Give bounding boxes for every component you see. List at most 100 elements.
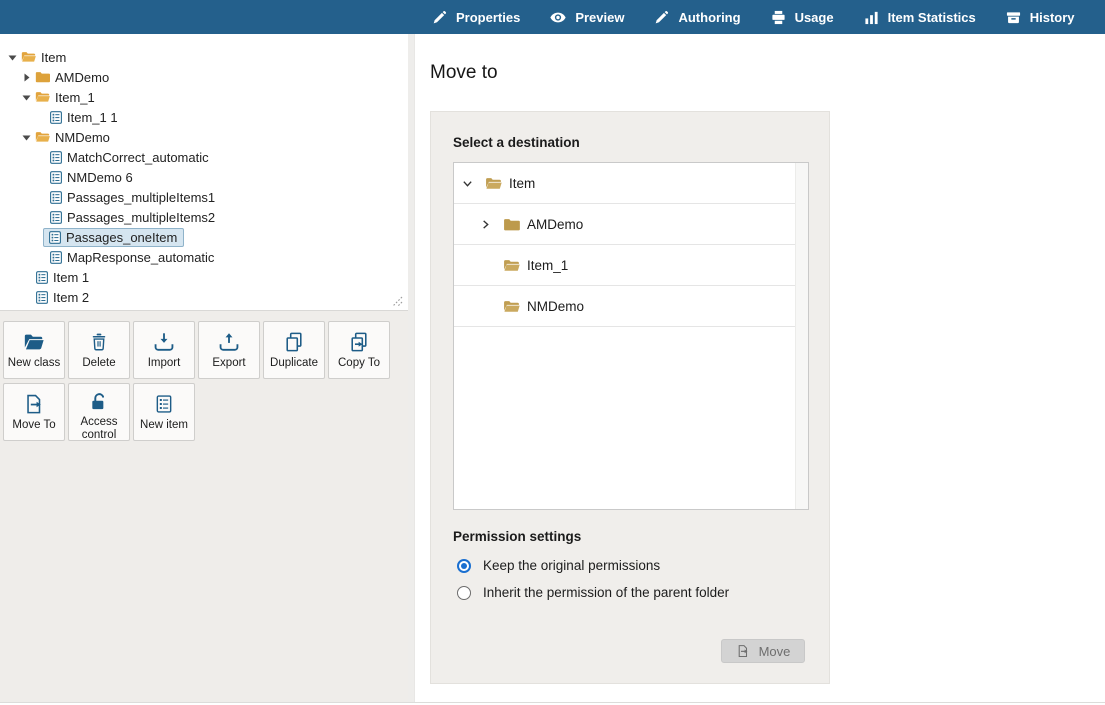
import-button[interactable]: Import bbox=[133, 321, 195, 379]
caret-down-icon[interactable] bbox=[8, 53, 17, 62]
nav-usage[interactable]: Usage bbox=[756, 0, 849, 34]
radio-unselected-icon[interactable] bbox=[457, 586, 471, 600]
nav-label: Properties bbox=[456, 10, 520, 25]
panel-divider bbox=[408, 34, 415, 702]
folder-open-icon bbox=[23, 329, 45, 354]
top-navigation: Properties Preview Authoring Usage Item … bbox=[0, 0, 1105, 34]
list-icon bbox=[154, 391, 174, 416]
folder-open-icon bbox=[35, 131, 50, 143]
tree-node-label: MatchCorrect_automatic bbox=[67, 150, 209, 165]
action-toolbar: New class Delete Import Export Duplicate… bbox=[0, 311, 408, 703]
page: Properties Preview Authoring Usage Item … bbox=[0, 0, 1105, 705]
tree-node-item[interactable]: Item bbox=[0, 47, 408, 67]
copy-to-icon bbox=[348, 329, 370, 354]
radio-label: Inherit the permission of the parent fol… bbox=[483, 585, 729, 600]
tree-node-matchcorrect[interactable]: MatchCorrect_automatic bbox=[0, 147, 408, 167]
nav-preview[interactable]: Preview bbox=[535, 0, 639, 34]
tree-node-item-1-root[interactable]: Item 1 bbox=[0, 267, 408, 287]
move-button[interactable]: Move bbox=[721, 639, 805, 663]
eye-icon bbox=[550, 12, 566, 23]
caret-down-icon[interactable] bbox=[22, 133, 31, 142]
dest-node-nmdemo[interactable]: NMDemo bbox=[454, 286, 795, 327]
tree-node-item-1[interactable]: Item_1 bbox=[0, 87, 408, 107]
item-icon bbox=[36, 271, 48, 284]
button-label: Copy To bbox=[338, 357, 380, 370]
permission-heading: Permission settings bbox=[453, 529, 581, 544]
folder-open-icon bbox=[503, 300, 520, 313]
duplicate-button[interactable]: Duplicate bbox=[263, 321, 325, 379]
radio-label: Keep the original permissions bbox=[483, 558, 660, 573]
radio-selected-icon[interactable] bbox=[457, 559, 471, 573]
dest-node-item-1[interactable]: Item_1 bbox=[454, 245, 795, 286]
destination-heading: Select a destination bbox=[453, 135, 580, 150]
access-control-button[interactable]: Access control bbox=[68, 383, 130, 441]
item-icon bbox=[36, 291, 48, 304]
radio-inherit-permissions[interactable]: Inherit the permission of the parent fol… bbox=[457, 585, 729, 600]
nav-authoring[interactable]: Authoring bbox=[639, 0, 755, 34]
delete-button[interactable]: Delete bbox=[68, 321, 130, 379]
tree-node-label: Item bbox=[41, 50, 66, 65]
action-row-2: Move To Access control New item bbox=[3, 383, 408, 441]
item-icon bbox=[50, 191, 62, 204]
nav-properties[interactable]: Properties bbox=[417, 0, 535, 34]
move-to-button[interactable]: Move To bbox=[3, 383, 65, 441]
dest-node-item[interactable]: Item bbox=[454, 163, 795, 204]
export-button[interactable]: Export bbox=[198, 321, 260, 379]
new-item-button[interactable]: New item bbox=[133, 383, 195, 441]
import-tray-icon bbox=[153, 329, 175, 354]
chevron-right-icon[interactable] bbox=[479, 219, 491, 230]
action-row-1: New class Delete Import Export Duplicate… bbox=[3, 321, 408, 379]
archive-icon bbox=[1006, 10, 1021, 25]
tree-node-item-2[interactable]: Item 2 bbox=[0, 287, 408, 307]
tree-node-passages-multipleitems2[interactable]: Passages_multipleItems2 bbox=[0, 207, 408, 227]
main-content: Move to Select a destination Item AMDemo bbox=[415, 34, 1105, 705]
duplicate-pages-icon bbox=[283, 329, 305, 354]
tree-node-passages-oneitem-selected[interactable]: Passages_oneItem bbox=[0, 227, 408, 247]
button-label: Delete bbox=[82, 357, 115, 370]
tree-node-label: Passages_oneItem bbox=[66, 230, 177, 245]
tree-node-amdemo[interactable]: AMDemo bbox=[0, 67, 408, 87]
tree-node-label: NMDemo 6 bbox=[67, 170, 133, 185]
nav-item-statistics[interactable]: Item Statistics bbox=[849, 0, 991, 34]
item-icon bbox=[50, 111, 62, 124]
move-to-page-icon bbox=[23, 391, 45, 416]
dest-node-label: Item bbox=[509, 176, 535, 191]
chevron-down-icon[interactable] bbox=[461, 178, 473, 189]
radio-keep-permissions[interactable]: Keep the original permissions bbox=[457, 558, 660, 573]
tree-node-nmdemo-6[interactable]: NMDemo 6 bbox=[0, 167, 408, 187]
pencil-icon bbox=[654, 10, 669, 25]
caret-down-icon[interactable] bbox=[22, 93, 31, 102]
scrollbar[interactable] bbox=[795, 163, 808, 509]
folder-closed-icon bbox=[503, 218, 520, 231]
item-icon bbox=[50, 171, 62, 184]
dest-node-amdemo[interactable]: AMDemo bbox=[454, 204, 795, 245]
nav-history[interactable]: History bbox=[991, 0, 1090, 34]
resize-handle[interactable] bbox=[392, 296, 403, 307]
button-label: Access control bbox=[70, 416, 128, 442]
nav-label: Authoring bbox=[678, 10, 740, 25]
new-class-button[interactable]: New class bbox=[3, 321, 65, 379]
item-icon bbox=[49, 231, 61, 244]
folder-open-icon bbox=[503, 259, 520, 272]
tree-node-label: MapResponse_automatic bbox=[67, 250, 214, 265]
tree-node-label: AMDemo bbox=[55, 70, 109, 85]
caret-right-icon[interactable] bbox=[22, 73, 31, 82]
dest-node-label: NMDemo bbox=[527, 299, 584, 314]
tree-node-item-1-1[interactable]: Item_1 1 bbox=[0, 107, 408, 127]
tree-node-label: Item_1 bbox=[55, 90, 95, 105]
move-button-label: Move bbox=[759, 644, 791, 659]
trash-icon bbox=[89, 329, 109, 354]
bar-chart-icon bbox=[864, 10, 879, 25]
tree-node-mapresponse[interactable]: MapResponse_automatic bbox=[0, 247, 408, 267]
padlock-open-icon bbox=[89, 391, 110, 413]
nav-label: Usage bbox=[795, 10, 834, 25]
folder-open-icon bbox=[21, 51, 36, 63]
tree-node-passages-multipleitems1[interactable]: Passages_multipleItems1 bbox=[0, 187, 408, 207]
button-label: New class bbox=[8, 357, 60, 370]
item-icon bbox=[50, 151, 62, 164]
tree-node-label: NMDemo bbox=[55, 130, 110, 145]
page-title: Move to bbox=[430, 62, 498, 84]
folder-open-icon bbox=[485, 177, 502, 190]
copy-to-button[interactable]: Copy To bbox=[328, 321, 390, 379]
tree-node-nmdemo[interactable]: NMDemo bbox=[0, 127, 408, 147]
